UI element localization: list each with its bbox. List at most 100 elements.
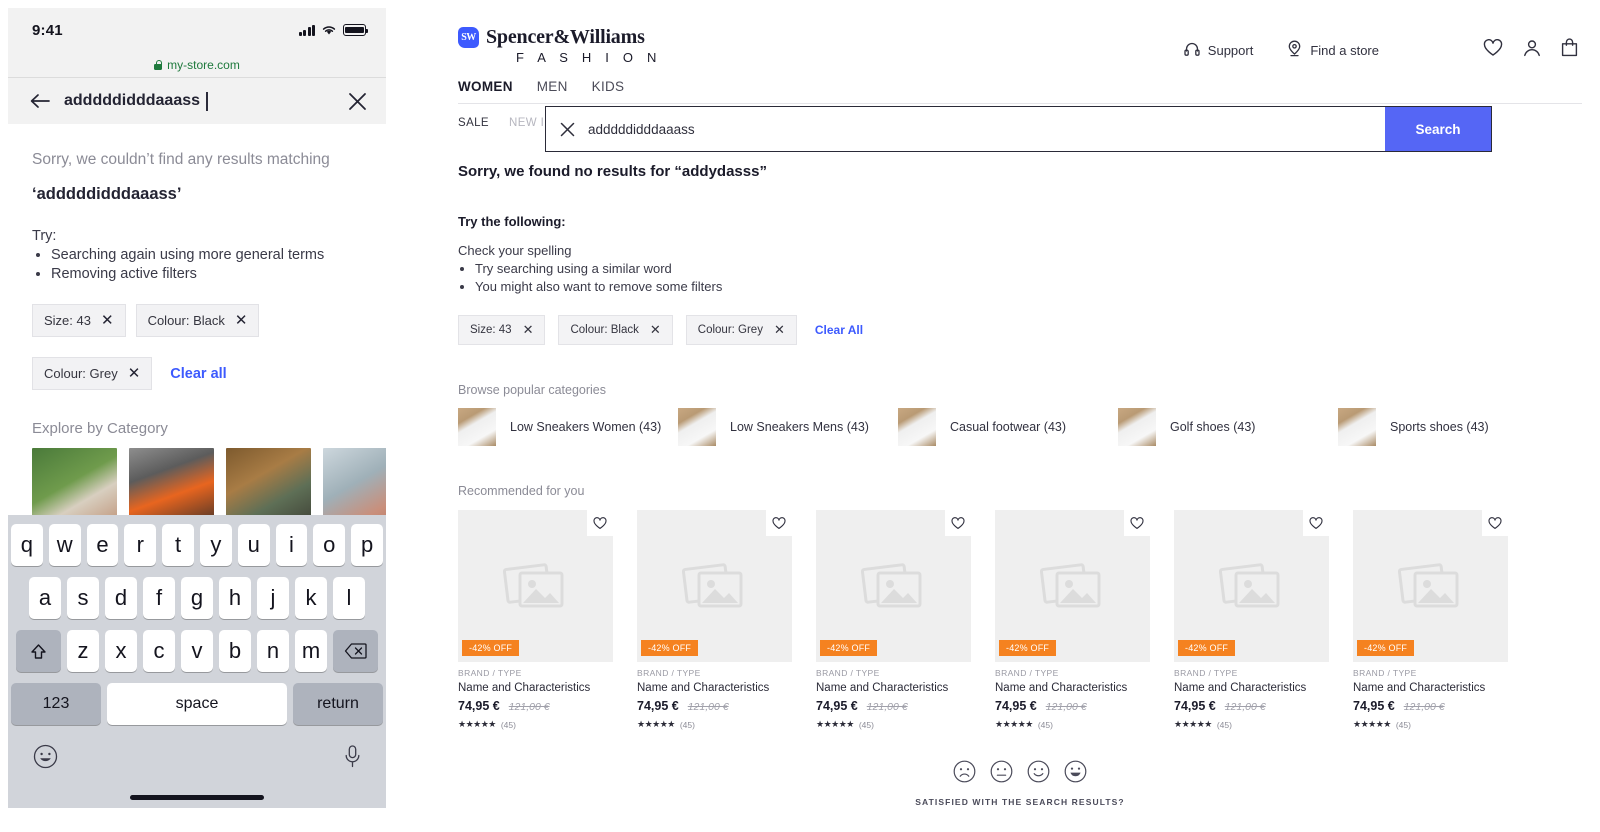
wishlist-icon[interactable] — [1483, 38, 1503, 62]
search-button[interactable]: Search — [1385, 107, 1491, 151]
key-z[interactable]: z — [67, 630, 99, 672]
key-t[interactable]: t — [162, 524, 194, 566]
nav-sale[interactable]: SALE — [458, 117, 489, 129]
key-d[interactable]: d — [105, 577, 137, 619]
back-arrow-icon[interactable] — [30, 93, 50, 109]
product-card[interactable]: -42% OFF BRAND / TYPE Name and Characteris… — [816, 510, 971, 730]
key-q[interactable]: q — [11, 524, 43, 566]
return-key[interactable]: return — [293, 683, 383, 725]
desktop-search-input[interactable]: adddddidddaaass — [588, 122, 1385, 137]
face-grin-icon[interactable] — [1064, 760, 1087, 788]
close-icon[interactable] — [546, 122, 588, 137]
wifi-icon — [322, 26, 336, 35]
category-casual-footwear[interactable]: Casual footwear (43) — [898, 408, 1118, 447]
filter-chip-size[interactable]: Size: 43 ✕ — [32, 304, 126, 338]
mobile-search-input[interactable]: adddddidddaaass — [64, 91, 333, 111]
product-card[interactable]: -42% OFF BRAND / TYPE Name and Characteris… — [995, 510, 1150, 730]
favorite-button[interactable] — [1124, 510, 1150, 537]
key-c[interactable]: c — [143, 630, 175, 672]
desktop-filter-chips: Size: 43 ✕ Colour: Black ✕ Colour: Grey … — [458, 315, 1582, 346]
filter-chip-colour-black[interactable]: Colour: Black ✕ — [135, 304, 260, 338]
key-v[interactable]: v — [181, 630, 213, 672]
mobile-url-bar[interactable]: my-store.com — [8, 52, 386, 78]
key-y[interactable]: y — [200, 524, 232, 566]
image-placeholder-icon — [1397, 563, 1458, 608]
close-icon[interactable]: ✕ — [650, 322, 661, 338]
category-label: Golf shoes (43) — [1170, 420, 1256, 435]
favorite-button[interactable] — [945, 510, 971, 537]
filter-chip-colour-grey[interactable]: Colour: Grey ✕ — [32, 357, 153, 391]
key-e[interactable]: e — [86, 524, 119, 566]
key-r[interactable]: r — [124, 524, 157, 566]
clear-all-link[interactable]: Clear all — [170, 366, 226, 382]
favorite-button[interactable] — [1482, 510, 1508, 537]
product-card[interactable]: -42% OFF BRAND / TYPE Name and Characteris… — [1174, 510, 1329, 730]
backspace-icon[interactable] — [333, 630, 378, 672]
face-sad-icon[interactable] — [953, 760, 976, 788]
emoji-smiley-icon[interactable] — [33, 744, 58, 774]
cart-icon[interactable] — [1561, 38, 1578, 62]
space-key[interactable]: space — [107, 683, 287, 725]
filter-chip-size[interactable]: Size: 43 ✕ — [458, 315, 546, 346]
desktop-search-bar: adddddidddaaass Search — [545, 106, 1492, 152]
close-icon[interactable]: ✕ — [523, 322, 534, 338]
key-b[interactable]: b — [219, 630, 251, 672]
product-brand: BRAND / TYPE — [816, 668, 880, 679]
category-sports-shoes[interactable]: Sports shoes (43) — [1338, 408, 1558, 447]
product-rating: ★★★★★ (45) — [1174, 719, 1329, 730]
support-link[interactable]: Support — [1184, 41, 1253, 60]
key-u[interactable]: u — [237, 524, 270, 566]
mobile-status-bar: 9:41 — [8, 8, 386, 52]
review-count: (45) — [1037, 719, 1053, 730]
close-icon[interactable]: ✕ — [235, 313, 248, 328]
filter-chip-colour-black[interactable]: Colour: Black ✕ — [558, 315, 673, 346]
key-i[interactable]: i — [275, 524, 308, 566]
brand-logo[interactable]: SW Spencer&Williams F A S H I O N — [458, 26, 662, 65]
product-name: Name and Characteristics — [1174, 682, 1307, 695]
product-card[interactable]: -42% OFF BRAND / TYPE Name and Characteris… — [1353, 510, 1508, 730]
favorite-button[interactable] — [587, 510, 613, 537]
key-m[interactable]: m — [295, 630, 327, 672]
product-card[interactable]: -42% OFF BRAND / TYPE Name and Characteris… — [637, 510, 792, 730]
filter-chip-colour-grey[interactable]: Colour: Grey ✕ — [685, 315, 797, 346]
product-card[interactable]: -42% OFF BRAND / TYPE Name and Characteris… — [458, 510, 613, 730]
check-spelling-text: Check your spelling — [458, 243, 572, 258]
find-a-store-link[interactable]: Find a store — [1287, 40, 1379, 60]
key-l[interactable]: l — [333, 577, 365, 619]
tab-men[interactable]: MEN — [537, 79, 568, 94]
tab-kids[interactable]: KIDS — [592, 79, 625, 94]
key-x[interactable]: x — [105, 630, 137, 672]
category-low-sneakers-women[interactable]: Low Sneakers Women (43) — [458, 408, 678, 447]
category-golf-shoes[interactable]: Golf shoes (43) — [1118, 408, 1338, 447]
key-j[interactable]: j — [257, 577, 289, 619]
key-f[interactable]: f — [143, 577, 175, 619]
favorite-button[interactable] — [1303, 510, 1329, 537]
shift-up-icon[interactable] — [16, 630, 61, 672]
numbers-key[interactable]: 123 — [11, 683, 101, 725]
microphone-icon[interactable] — [344, 744, 361, 774]
product-image-placeholder: -42% OFF — [1174, 510, 1329, 663]
tab-women[interactable]: WOMEN — [458, 79, 513, 94]
key-n[interactable]: n — [257, 630, 289, 672]
key-k[interactable]: k — [295, 577, 327, 619]
close-icon[interactable]: ✕ — [128, 366, 141, 381]
account-icon[interactable] — [1523, 39, 1541, 62]
clear-all-link[interactable]: Clear All — [815, 323, 863, 337]
face-neutral-icon[interactable] — [990, 760, 1013, 788]
key-h[interactable]: h — [219, 577, 251, 619]
key-o[interactable]: o — [313, 524, 346, 566]
key-g[interactable]: g — [181, 577, 213, 619]
close-icon[interactable]: ✕ — [101, 313, 114, 328]
filter-chip-label: Size: 43 — [44, 313, 91, 329]
mobile-filter-chips-row2: Colour: Grey ✕ Clear all — [32, 357, 362, 391]
key-p[interactable]: p — [351, 524, 383, 566]
key-w[interactable]: w — [48, 524, 81, 566]
close-icon[interactable]: ✕ — [774, 322, 785, 338]
close-icon[interactable] — [347, 91, 368, 112]
key-s[interactable]: s — [67, 577, 99, 619]
favorite-button[interactable] — [766, 510, 792, 537]
category-label: Low Sneakers Mens (43) — [730, 420, 869, 435]
key-a[interactable]: a — [29, 577, 61, 619]
face-smile-icon[interactable] — [1027, 760, 1050, 788]
category-low-sneakers-mens[interactable]: Low Sneakers Mens (43) — [678, 408, 898, 447]
